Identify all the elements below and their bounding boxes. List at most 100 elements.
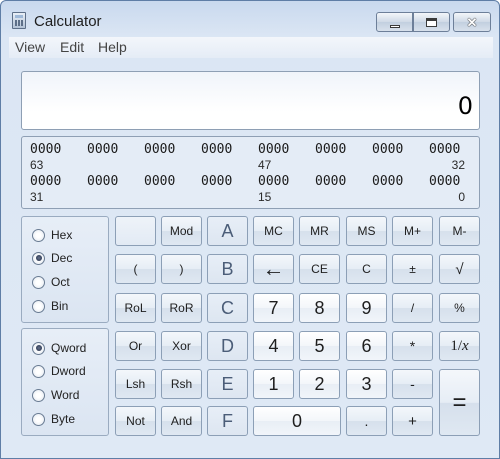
blank-key[interactable]	[115, 216, 156, 246]
bit-group[interactable]: 0000	[144, 174, 175, 189]
close-button[interactable]: ✕	[453, 12, 491, 32]
hex-f-key[interactable]: F	[207, 406, 248, 436]
divide-key[interactable]: /	[392, 293, 433, 323]
bit-group[interactable]: 0000	[87, 174, 118, 189]
bit-group[interactable]: 0000	[429, 174, 460, 189]
menu-view[interactable]: View	[15, 39, 45, 55]
bit-group[interactable]: 0000	[315, 142, 346, 157]
hex-e-key[interactable]: E	[207, 369, 248, 399]
bit-group[interactable]: 0000	[429, 142, 460, 157]
bit-index-label: 63	[30, 158, 44, 172]
minimize-button[interactable]	[376, 12, 413, 32]
menu-edit[interactable]: Edit	[60, 39, 84, 55]
bit-group[interactable]: 0000	[144, 142, 175, 157]
bit-group[interactable]: 0000	[258, 174, 289, 189]
bit-index-label: 32	[451, 158, 465, 172]
bit-index-label: 0	[458, 190, 465, 204]
digit-5-key[interactable]: 5	[299, 331, 340, 361]
hex-a-key[interactable]: A	[207, 216, 248, 246]
negate-key[interactable]: ±	[392, 254, 433, 284]
backspace-key[interactable]: ←	[253, 254, 294, 284]
right-shift-key[interactable]: Rsh	[161, 369, 202, 399]
hex-d-key[interactable]: D	[207, 331, 248, 361]
radio-button-icon	[32, 388, 45, 402]
rotate-right-key[interactable]: RoR	[161, 293, 202, 323]
add-key[interactable]: +	[392, 406, 433, 436]
bit-group[interactable]: 0000	[201, 142, 232, 157]
hex-c-key[interactable]: C	[207, 293, 248, 323]
not-key[interactable]: Not	[115, 406, 156, 436]
radio-dec[interactable]: Dec	[32, 248, 72, 268]
memory-recall-key[interactable]: MR	[299, 216, 340, 246]
digit-4-key[interactable]: 4	[253, 331, 294, 361]
equals-key[interactable]: =	[439, 369, 480, 436]
clear-entry-key[interactable]: CE	[299, 254, 340, 284]
reciprocal-key-prefix: 1/	[450, 337, 462, 354]
radio-button-checked-icon	[32, 341, 45, 355]
radix-group: Hex Dec Oct Bin	[21, 216, 109, 323]
and-key[interactable]: And	[161, 406, 202, 436]
memory-add-key[interactable]: M+	[392, 216, 433, 246]
multiply-key[interactable]: *	[392, 331, 433, 361]
radio-button-checked-icon	[32, 251, 45, 265]
bit-group[interactable]: 0000	[258, 142, 289, 157]
radio-oct[interactable]: Oct	[32, 272, 70, 292]
calculator-window: Calculator ✕ View Edit Help 0 0000 0000 …	[0, 0, 500, 459]
word-size-group: Qword Dword Word Byte	[21, 328, 109, 436]
minimize-icon	[389, 24, 400, 28]
left-shift-key[interactable]: Lsh	[115, 369, 156, 399]
mod-key[interactable]: Mod	[161, 216, 202, 246]
close-icon: ✕	[466, 14, 478, 30]
memory-subtract-key[interactable]: M-	[439, 216, 480, 246]
square-root-key[interactable]: √	[439, 254, 480, 284]
digit-6-key[interactable]: 6	[346, 331, 387, 361]
subtract-key[interactable]: -	[392, 369, 433, 399]
decimal-point-key[interactable]: .	[346, 406, 387, 436]
xor-key[interactable]: Xor	[161, 331, 202, 361]
digit-8-key[interactable]: 8	[299, 293, 340, 323]
percent-key[interactable]: %	[439, 293, 480, 323]
radio-qword[interactable]: Qword	[32, 338, 86, 358]
digit-1-key[interactable]: 1	[253, 369, 294, 399]
open-paren-key[interactable]: (	[115, 254, 156, 284]
menu-bar: View Edit Help	[9, 37, 493, 58]
radio-word[interactable]: Word	[32, 385, 79, 405]
bit-index-label: 31	[30, 190, 44, 204]
rotate-left-key[interactable]: RoL	[115, 293, 156, 323]
bit-index-label: 15	[258, 190, 272, 204]
title-bar[interactable]: Calculator ✕	[1, 1, 499, 35]
bit-group[interactable]: 0000	[30, 174, 61, 189]
radio-button-icon	[32, 412, 45, 426]
radio-dword[interactable]: Dword	[32, 361, 86, 381]
digit-7-key[interactable]: 7	[253, 293, 294, 323]
bit-group[interactable]: 0000	[372, 174, 403, 189]
radio-bin[interactable]: Bin	[32, 296, 68, 316]
bit-group[interactable]: 0000	[87, 142, 118, 157]
or-key[interactable]: Or	[115, 331, 156, 361]
bit-group[interactable]: 0000	[372, 142, 403, 157]
result-display: 0	[21, 71, 480, 130]
hex-b-key[interactable]: B	[207, 254, 248, 284]
bit-index-label: 47	[258, 158, 272, 172]
digit-0-key[interactable]: 0	[253, 406, 341, 436]
bit-display-panel: 0000 0000 0000 0000 0000 0000 0000 0000 …	[21, 136, 480, 209]
menu-help[interactable]: Help	[98, 39, 127, 55]
display-value: 0	[457, 92, 473, 120]
maximize-button[interactable]	[413, 12, 450, 32]
digit-9-key[interactable]: 9	[346, 293, 387, 323]
bit-group[interactable]: 0000	[201, 174, 232, 189]
radio-byte[interactable]: Byte	[32, 409, 75, 429]
memory-clear-key[interactable]: MC	[253, 216, 294, 246]
radio-hex[interactable]: Hex	[32, 225, 72, 245]
window-title: Calculator	[34, 13, 102, 30]
bit-group[interactable]: 0000	[30, 142, 61, 157]
radio-button-icon	[32, 228, 45, 242]
digit-2-key[interactable]: 2	[299, 369, 340, 399]
memory-store-key[interactable]: MS	[346, 216, 387, 246]
digit-3-key[interactable]: 3	[346, 369, 387, 399]
reciprocal-key[interactable]: 1/x	[439, 331, 480, 361]
clear-key[interactable]: C	[346, 254, 387, 284]
radio-button-icon	[32, 364, 45, 378]
close-paren-key[interactable]: )	[161, 254, 202, 284]
bit-group[interactable]: 0000	[315, 174, 346, 189]
